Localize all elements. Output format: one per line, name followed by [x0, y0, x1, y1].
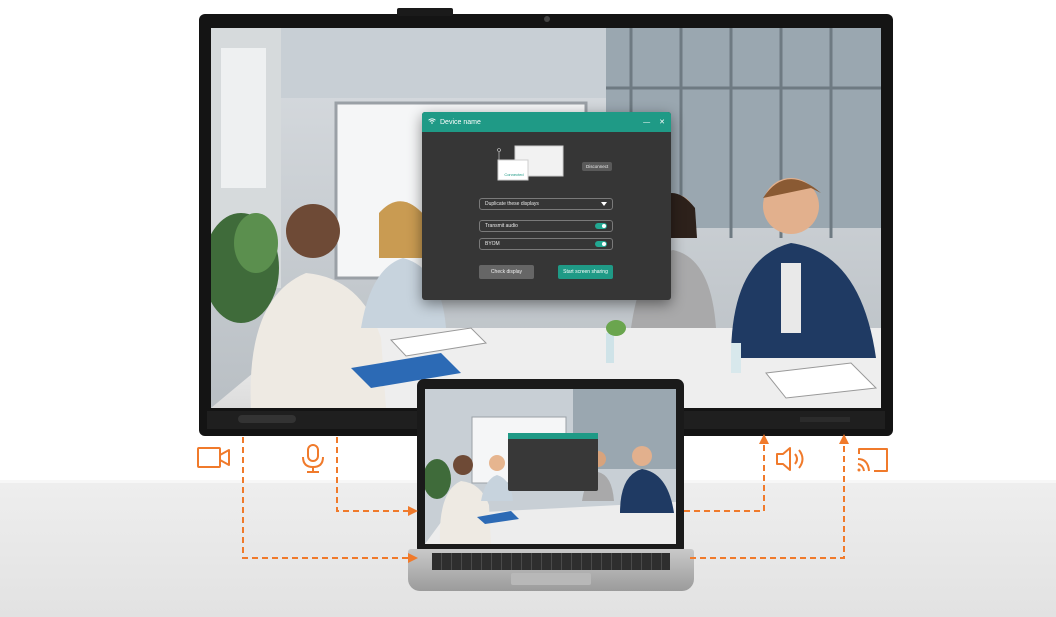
microphone-icon — [300, 444, 326, 479]
signal-flow-arrows — [242, 434, 849, 563]
cast-icon — [856, 446, 890, 479]
speaker-icon — [775, 445, 809, 478]
camera-icon — [197, 445, 231, 476]
